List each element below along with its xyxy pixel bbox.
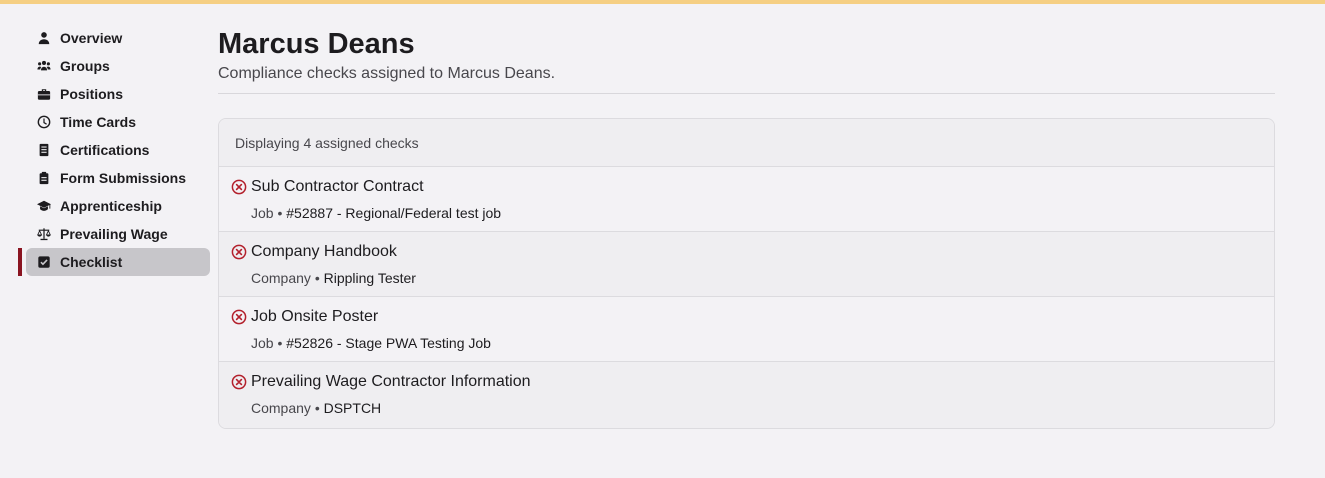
separator: • bbox=[314, 270, 320, 286]
check-title: Company Handbook bbox=[251, 243, 397, 260]
error-circle-icon bbox=[231, 309, 247, 325]
main-content: Marcus Deans Compliance checks assigned … bbox=[218, 26, 1275, 429]
page-subtitle: Compliance checks assigned to Marcus Dea… bbox=[218, 65, 556, 82]
check-row[interactable]: Company Handbook Company • Rippling Test… bbox=[219, 232, 1274, 297]
sidebar-item-label: Certifications bbox=[60, 142, 150, 158]
separator: • bbox=[277, 335, 283, 351]
panel-header: Displaying 4 assigned checks bbox=[219, 119, 1274, 167]
sidebar-item-checklist[interactable]: Checklist bbox=[18, 248, 210, 276]
check-row[interactable]: Prevailing Wage Contractor Information C… bbox=[219, 362, 1274, 428]
check-type: Job bbox=[251, 335, 274, 351]
header-divider bbox=[218, 93, 1275, 94]
page-title: Marcus Deans bbox=[218, 28, 415, 60]
error-circle-icon bbox=[231, 244, 247, 260]
check-detail: #52887 - Regional/Federal test job bbox=[286, 205, 502, 221]
briefcase-icon bbox=[36, 86, 52, 102]
clipboard-icon bbox=[36, 170, 52, 186]
check-row[interactable]: Job Onsite Poster Job • #52826 - Stage P… bbox=[219, 297, 1274, 362]
document-icon bbox=[36, 142, 52, 158]
check-type: Company bbox=[251, 270, 311, 286]
sidebar-item-label: Apprenticeship bbox=[60, 198, 162, 214]
sidebar-nav: Overview Groups Positions Time Cards Cer… bbox=[18, 24, 210, 276]
sidebar-item-overview[interactable]: Overview bbox=[18, 24, 210, 52]
sidebar-item-label: Overview bbox=[60, 30, 123, 46]
check-row[interactable]: Sub Contractor Contract Job • #52887 - R… bbox=[219, 167, 1274, 232]
check-type: Job bbox=[251, 205, 274, 221]
checkbox-icon bbox=[36, 254, 52, 270]
check-detail: #52826 - Stage PWA Testing Job bbox=[286, 335, 491, 351]
check-title: Job Onsite Poster bbox=[251, 308, 379, 325]
sidebar-item-label: Time Cards bbox=[60, 114, 136, 130]
person-icon bbox=[36, 30, 52, 46]
checks-panel: Displaying 4 assigned checks Sub Contrac… bbox=[218, 118, 1275, 429]
top-accent-strip bbox=[0, 0, 1325, 4]
check-title: Sub Contractor Contract bbox=[251, 178, 424, 195]
separator: • bbox=[314, 400, 320, 416]
check-type: Company bbox=[251, 400, 311, 416]
check-detail: Rippling Tester bbox=[323, 270, 416, 286]
check-detail: DSPTCH bbox=[323, 400, 382, 416]
sidebar-item-label: Checklist bbox=[60, 254, 123, 270]
group-icon bbox=[36, 58, 52, 74]
error-circle-icon bbox=[231, 179, 247, 195]
sidebar-item-label: Positions bbox=[60, 86, 124, 102]
sidebar-item-apprenticeship[interactable]: Apprenticeship bbox=[18, 192, 210, 220]
sidebar-item-groups[interactable]: Groups bbox=[18, 52, 210, 80]
error-circle-icon bbox=[231, 374, 247, 390]
sidebar-item-label: Prevailing Wage bbox=[60, 226, 168, 242]
sidebar-item-label: Form Submissions bbox=[60, 170, 187, 186]
clock-icon bbox=[36, 114, 52, 130]
sidebar-item-certifications[interactable]: Certifications bbox=[18, 136, 210, 164]
sidebar-item-form-submissions[interactable]: Form Submissions bbox=[18, 164, 210, 192]
separator: • bbox=[277, 205, 283, 221]
scale-icon bbox=[36, 226, 52, 242]
graduation-cap-icon bbox=[36, 198, 52, 214]
sidebar-item-positions[interactable]: Positions bbox=[18, 80, 210, 108]
check-title: Prevailing Wage Contractor Information bbox=[251, 373, 531, 390]
sidebar-item-time-cards[interactable]: Time Cards bbox=[18, 108, 210, 136]
sidebar-item-prevailing-wage[interactable]: Prevailing Wage bbox=[18, 220, 210, 248]
sidebar-item-label: Groups bbox=[60, 58, 110, 74]
